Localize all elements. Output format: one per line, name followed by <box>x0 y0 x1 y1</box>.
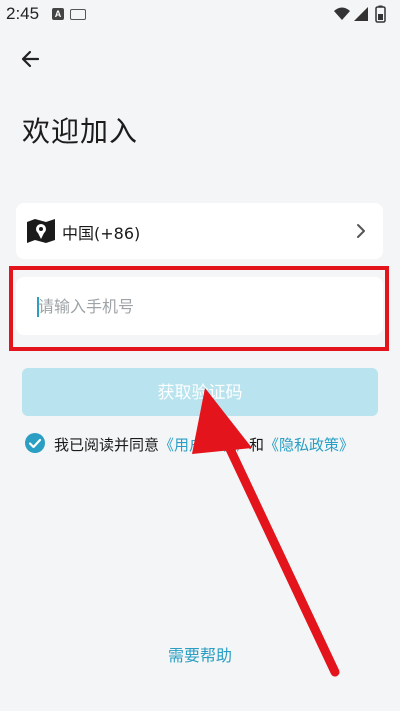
battery-icon <box>375 5 386 23</box>
status-bar: 2:45 A <box>0 0 400 28</box>
chevron-right-icon <box>357 224 365 238</box>
arrow-left-icon <box>21 50 40 68</box>
signal-icon <box>354 7 368 21</box>
agreement-conjunction: 和 <box>249 436 265 454</box>
map-icon <box>27 219 55 243</box>
annotation-arrow <box>192 388 340 677</box>
page-title: 欢迎加入 <box>22 115 139 148</box>
agreement-text: 我已阅读并同意《用户协议》和《隐私政策》 <box>54 434 354 455</box>
need-help-link[interactable]: 需要帮助 <box>0 642 400 666</box>
keyboard-icon <box>70 9 86 20</box>
back-button[interactable] <box>16 44 46 74</box>
wifi-icon <box>334 7 350 20</box>
country-code-selector[interactable]: 中国(+86) <box>16 203 383 259</box>
user-agreement-link[interactable]: 《用户协议》 <box>159 436 249 454</box>
checkmark-circle-icon[interactable] <box>24 432 46 454</box>
agreement-prefix: 我已阅读并同意 <box>54 436 160 454</box>
status-time: 2:45 <box>6 4 40 23</box>
country-code-label: 中国(+86) <box>62 224 141 243</box>
get-verification-code-button[interactable]: 获取验证码 <box>22 368 378 416</box>
status-right-icons <box>334 5 386 23</box>
annotation-highlight-box <box>9 266 389 351</box>
notification-a-icon: A <box>52 8 64 20</box>
privacy-policy-link[interactable]: 《隐私政策》 <box>264 436 354 454</box>
